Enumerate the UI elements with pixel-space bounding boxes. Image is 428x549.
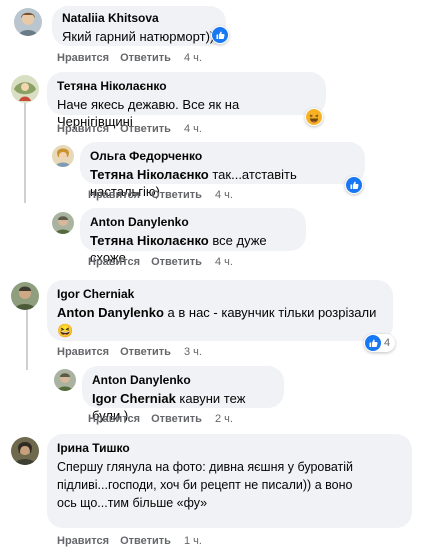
comment-bubble: Anton Danylenko Тетяна Ніколаєнко все ду… bbox=[80, 208, 306, 265]
avatar[interactable] bbox=[11, 75, 39, 103]
timestamp[interactable]: 4 ч. bbox=[215, 256, 233, 268]
reply-button[interactable]: Ответить bbox=[120, 346, 171, 358]
timestamp[interactable]: 4 ч. bbox=[184, 123, 202, 135]
comment-actions: Нравится Ответить 4 ч. bbox=[88, 256, 233, 268]
author-name[interactable]: Igor Cherniak bbox=[57, 287, 383, 302]
thread-line bbox=[26, 310, 28, 370]
like-button[interactable]: Нравится bbox=[57, 123, 109, 135]
comment-bubble: Ірина Тишко Спершу глянула на фото: дивн… bbox=[47, 434, 412, 528]
author-name[interactable]: Anton Danylenko bbox=[90, 215, 296, 230]
timestamp[interactable]: 4 ч. bbox=[215, 189, 233, 201]
timestamp[interactable]: 1 ч. bbox=[184, 535, 202, 547]
timestamp[interactable]: 3 ч. bbox=[184, 346, 202, 358]
comment-line: підливі...господи, хоч би рецепт не писа… bbox=[57, 478, 353, 492]
timestamp[interactable]: 2 ч. bbox=[215, 413, 233, 425]
avatar[interactable] bbox=[54, 369, 76, 391]
mention-link[interactable]: Igor Cherniak bbox=[92, 391, 176, 406]
comment-body: а в нас - кавунчик тільки розрізали bbox=[167, 305, 377, 320]
like-button[interactable]: Нравится bbox=[88, 189, 140, 201]
like-reaction-icon bbox=[346, 177, 362, 193]
like-button[interactable]: Нравится bbox=[57, 52, 109, 64]
reply-button[interactable]: Ответить bbox=[151, 413, 202, 425]
comment-line: Спершу глянула на фото: дивна яєшня у бу… bbox=[57, 460, 354, 474]
reaction-badge[interactable]: 4 bbox=[364, 334, 396, 352]
avatar[interactable] bbox=[11, 437, 39, 465]
avatar[interactable] bbox=[11, 282, 39, 310]
like-button[interactable]: Нравится bbox=[88, 256, 140, 268]
comment-bubble: Nataliia Khitsova Який гарний натюрморт)… bbox=[52, 6, 226, 46]
avatar[interactable] bbox=[52, 145, 74, 167]
mention-link[interactable]: Тетяна Ніколаєнко bbox=[90, 233, 209, 248]
reaction-badge[interactable] bbox=[305, 108, 323, 126]
mention-link[interactable]: Anton Danylenko bbox=[57, 305, 164, 320]
like-button[interactable]: Нравится bbox=[57, 346, 109, 358]
reaction-count: 4 bbox=[384, 337, 391, 349]
author-name[interactable]: Anton Danylenko bbox=[92, 373, 274, 388]
haha-reaction-icon bbox=[306, 109, 322, 125]
reply-button[interactable]: Ответить bbox=[120, 52, 171, 64]
mention-link[interactable]: Тетяна Ніколаєнко bbox=[90, 167, 209, 182]
like-reaction-icon bbox=[212, 27, 228, 43]
comment-bubble: Anton Danylenko Igor Cherniak кавуни теж… bbox=[82, 366, 284, 423]
reply-button[interactable]: Ответить bbox=[120, 123, 171, 135]
reply-button[interactable]: Ответить bbox=[151, 256, 202, 268]
timestamp[interactable]: 4 ч. bbox=[184, 52, 202, 64]
comment-actions: Нравится Ответить 4 ч. bbox=[57, 123, 202, 135]
comment-actions: Нравится Ответить 1 ч. bbox=[57, 535, 202, 547]
author-name[interactable]: Nataliia Khitsova bbox=[62, 11, 216, 26]
thread-line bbox=[24, 103, 26, 203]
comment-text: Який гарний натюрморт)) bbox=[62, 29, 215, 44]
comment-bubble: Igor Cherniak Anton Danylenko а в нас - … bbox=[47, 280, 393, 341]
reaction-badge[interactable] bbox=[211, 26, 229, 44]
comment-bubble: Тетяна Ніколаєнко Наче якесь дежавю. Все… bbox=[47, 72, 326, 129]
author-name[interactable]: Ірина Тишко bbox=[57, 441, 402, 456]
comment-bubble: Ольга Федорченко Тетяна Ніколаєнко так..… bbox=[80, 142, 365, 199]
comment-emoji: 😆 bbox=[57, 323, 74, 338]
comment-line: ось що...тим більше «фу» bbox=[57, 496, 208, 510]
avatar[interactable] bbox=[52, 212, 74, 234]
comment-actions: Нравится Ответить 3 ч. bbox=[57, 346, 202, 358]
like-reaction-icon bbox=[365, 335, 381, 351]
comment-actions: Нравится Ответить 4 ч. bbox=[57, 52, 202, 64]
like-button[interactable]: Нравится bbox=[88, 413, 140, 425]
author-name[interactable]: Ольга Федорченко bbox=[90, 149, 355, 164]
comment-actions: Нравится Ответить 4 ч. bbox=[88, 189, 233, 201]
author-name[interactable]: Тетяна Ніколаєнко bbox=[57, 79, 316, 94]
like-button[interactable]: Нравится bbox=[57, 535, 109, 547]
comment-text: Спершу глянула на фото: дивна яєшня у бу… bbox=[57, 458, 402, 512]
avatar[interactable] bbox=[14, 8, 42, 36]
reply-button[interactable]: Ответить bbox=[120, 535, 171, 547]
comment-text: Anton Danylenko а в нас - кавунчик тільк… bbox=[57, 304, 383, 321]
reaction-badge[interactable] bbox=[345, 176, 363, 194]
comment-actions: Нравится Ответить 2 ч. bbox=[88, 413, 233, 425]
reply-button[interactable]: Ответить bbox=[151, 189, 202, 201]
